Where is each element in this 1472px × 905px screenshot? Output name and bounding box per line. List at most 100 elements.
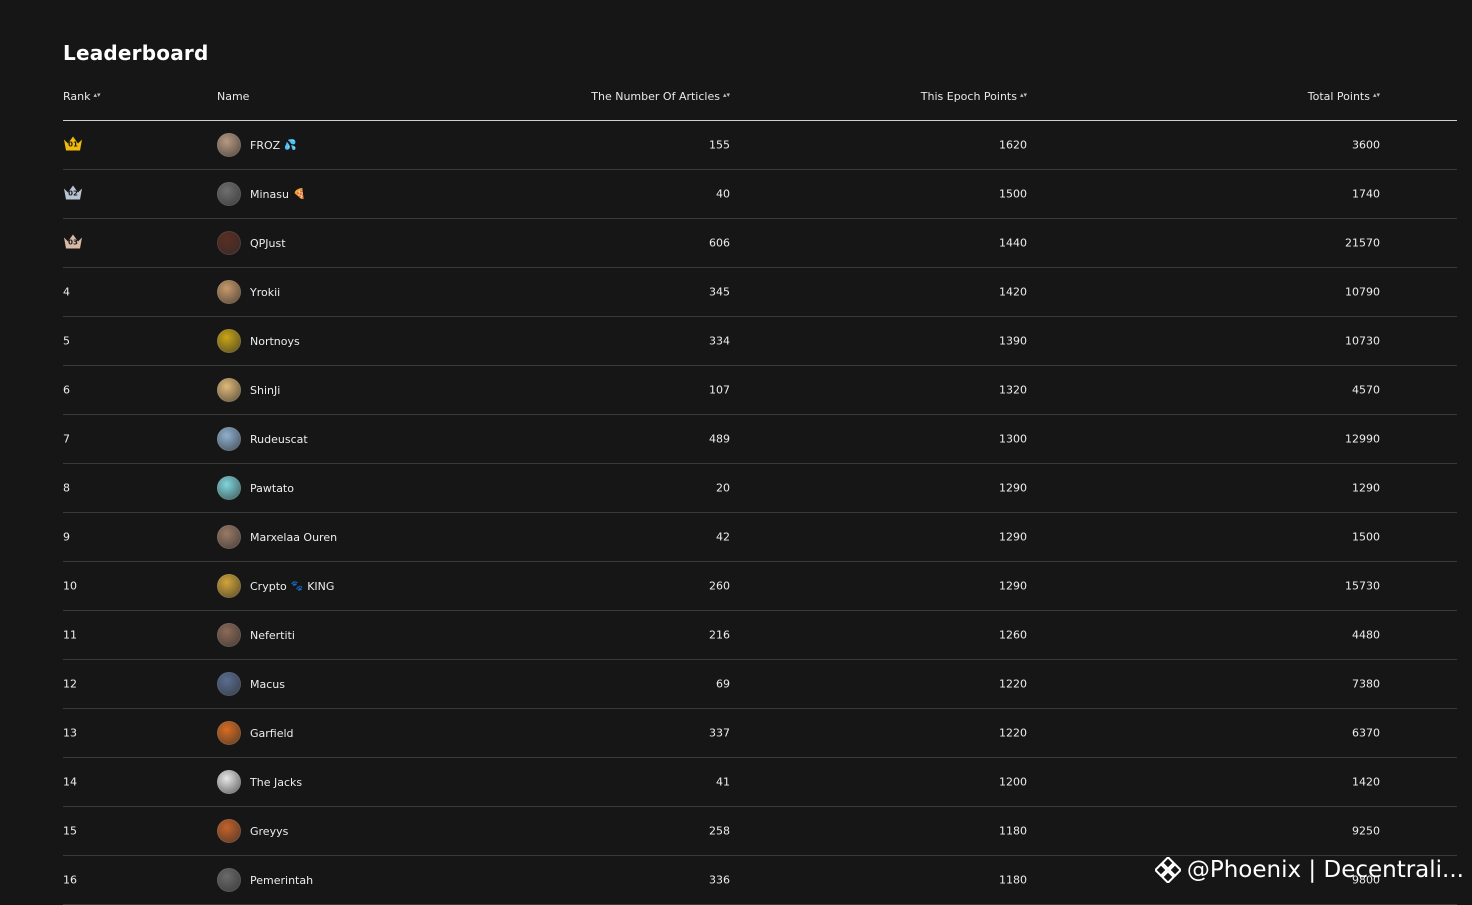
name-cell[interactable]: Garfield <box>217 721 294 745</box>
avatar[interactable] <box>217 574 241 598</box>
name-cell[interactable]: ShinJi <box>217 378 280 402</box>
user-name-suffix[interactable]: KING <box>307 580 334 593</box>
sort-icon[interactable]: ▴▾ <box>93 91 100 99</box>
table-row[interactable]: 4 Yrokii 345 1420 10790 <box>63 268 1457 317</box>
name-cell[interactable]: Pawtato <box>217 476 294 500</box>
sort-icon[interactable]: ▴▾ <box>723 91 730 99</box>
epoch-points-cell: 1260 <box>999 628 1027 642</box>
rank-cell: 9 <box>63 530 70 544</box>
table-row[interactable]: 7 Rudeuscat 489 1300 12990 <box>63 415 1457 464</box>
epoch-points-cell: 1620 <box>999 138 1027 152</box>
table-row[interactable]: 6 ShinJi 107 1320 4570 <box>63 366 1457 415</box>
crown-icon: 01 <box>63 136 83 152</box>
name-cell[interactable]: Rudeuscat <box>217 427 308 451</box>
user-name[interactable]: QPJust <box>250 237 286 250</box>
user-name[interactable]: Rudeuscat <box>250 433 308 446</box>
sort-icon[interactable]: ▴▾ <box>1373 91 1380 99</box>
table-row[interactable]: 5 Nortnoys 334 1390 10730 <box>63 317 1457 366</box>
name-cell[interactable]: Pemerintah <box>217 868 313 892</box>
avatar[interactable] <box>217 133 241 157</box>
user-name[interactable]: Greyys <box>250 825 288 838</box>
column-header-articles[interactable]: The Number Of Articles ▴▾ <box>591 90 730 103</box>
table-row[interactable]: 10 Crypto 🐾 KING 260 1290 15730 <box>63 562 1457 611</box>
rank-cell: 15 <box>63 824 77 838</box>
name-cell[interactable]: QPJust <box>217 231 286 255</box>
column-header-rank-label: Rank <box>63 90 91 103</box>
articles-cell: 336 <box>709 873 730 887</box>
total-points-cell: 3600 <box>1352 138 1380 152</box>
table-row[interactable]: 03 QPJust 606 1440 21570 <box>63 219 1457 268</box>
user-name[interactable]: FROZ <box>250 139 280 152</box>
table-row[interactable]: 12 Macus 69 1220 7380 <box>63 660 1457 709</box>
avatar[interactable] <box>217 819 241 843</box>
user-name[interactable]: Garfield <box>250 727 294 740</box>
user-name[interactable]: Nefertiti <box>250 629 295 642</box>
avatar[interactable] <box>217 280 241 304</box>
user-name[interactable]: Macus <box>250 678 285 691</box>
watermark-text: @Phoenix | Decentrali... <box>1186 857 1464 883</box>
name-cell[interactable]: Minasu 🍕 <box>217 182 305 206</box>
rank-cell: 03 <box>63 234 83 253</box>
user-name[interactable]: ShinJi <box>250 384 280 397</box>
avatar[interactable] <box>217 623 241 647</box>
avatar[interactable] <box>217 427 241 451</box>
table-row[interactable]: 8 Pawtato 20 1290 1290 <box>63 464 1457 513</box>
name-cell[interactable]: Yrokii <box>217 280 280 304</box>
user-name[interactable]: Crypto <box>250 580 287 593</box>
table-header: Rank ▴▾ Name The Number Of Articles ▴▾ Thi… <box>63 76 1457 121</box>
epoch-points-cell: 1180 <box>999 824 1027 838</box>
avatar[interactable] <box>217 476 241 500</box>
column-header-articles-label: The Number Of Articles <box>591 90 720 103</box>
column-header-epoch-label: This Epoch Points <box>920 90 1017 103</box>
column-header-epoch-points[interactable]: This Epoch Points ▴▾ <box>921 90 1027 103</box>
avatar[interactable] <box>217 525 241 549</box>
avatar[interactable] <box>217 721 241 745</box>
name-cell[interactable]: Crypto 🐾 KING <box>217 574 334 598</box>
total-points-cell: 12990 <box>1345 432 1380 446</box>
table-row[interactable]: 13 Garfield 337 1220 6370 <box>63 709 1457 758</box>
watermark: @Phoenix | Decentrali... <box>1154 857 1464 883</box>
column-header-rank[interactable]: Rank ▴▾ <box>63 90 101 103</box>
rank-cell: 14 <box>63 775 77 789</box>
avatar[interactable] <box>217 672 241 696</box>
user-name[interactable]: Pemerintah <box>250 874 313 887</box>
epoch-points-cell: 1220 <box>999 726 1027 740</box>
avatar[interactable] <box>217 378 241 402</box>
name-cell[interactable]: The Jacks <box>217 770 302 794</box>
name-cell[interactable]: FROZ 💦 <box>217 133 297 157</box>
total-points-cell: 15730 <box>1345 579 1380 593</box>
sort-icon[interactable]: ▴▾ <box>1020 91 1027 99</box>
epoch-points-cell: 1390 <box>999 334 1027 348</box>
crown-icon: 02 <box>63 185 83 201</box>
column-header-total-points[interactable]: Total Points ▴▾ <box>1308 90 1380 103</box>
articles-cell: 258 <box>709 824 730 838</box>
table-row[interactable]: 14 The Jacks 41 1200 1420 <box>63 758 1457 807</box>
name-cell[interactable]: Nortnoys <box>217 329 300 353</box>
name-cell[interactable]: Marxelaa Ouren <box>217 525 337 549</box>
rank-cell: 6 <box>63 383 70 397</box>
rank-cell: 13 <box>63 726 77 740</box>
table-row[interactable]: 02 Minasu 🍕 40 1500 1740 <box>63 170 1457 219</box>
avatar[interactable] <box>217 329 241 353</box>
table-row[interactable]: 9 Marxelaa Ouren 42 1290 1500 <box>63 513 1457 562</box>
column-header-name: Name <box>217 90 249 103</box>
user-name[interactable]: The Jacks <box>250 776 302 789</box>
avatar[interactable] <box>217 182 241 206</box>
avatar[interactable] <box>217 770 241 794</box>
user-name[interactable]: Yrokii <box>250 286 280 299</box>
user-name[interactable]: Minasu <box>250 188 289 201</box>
table-row[interactable]: 15 Greyys 258 1180 9250 <box>63 807 1457 856</box>
total-points-cell: 10790 <box>1345 285 1380 299</box>
name-cell[interactable]: Macus <box>217 672 285 696</box>
name-emoji: 🐾 <box>290 580 304 592</box>
table-row[interactable]: 01 FROZ 💦 155 1620 3600 <box>63 121 1457 170</box>
name-cell[interactable]: Greyys <box>217 819 288 843</box>
articles-cell: 606 <box>709 236 730 250</box>
name-cell[interactable]: Nefertiti <box>217 623 295 647</box>
user-name[interactable]: Pawtato <box>250 482 294 495</box>
user-name[interactable]: Marxelaa Ouren <box>250 531 337 544</box>
user-name[interactable]: Nortnoys <box>250 335 300 348</box>
avatar[interactable] <box>217 868 241 892</box>
table-row[interactable]: 11 Nefertiti 216 1260 4480 <box>63 611 1457 660</box>
avatar[interactable] <box>217 231 241 255</box>
